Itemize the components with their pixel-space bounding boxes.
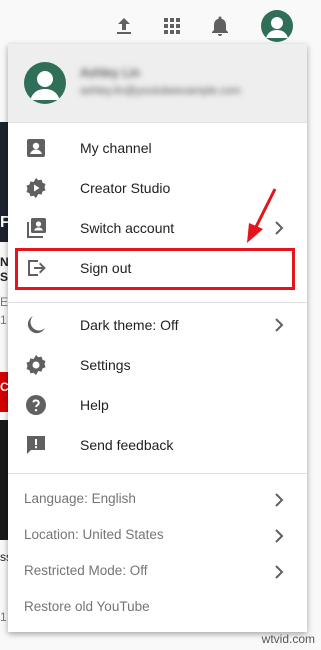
- menu-item-label: Settings: [80, 357, 131, 373]
- bell-icon[interactable]: [208, 14, 232, 38]
- account-email: ashley.lin@youtubeexample.com: [80, 85, 241, 97]
- account-header: Ashley Lin ashley.lin@youtubeexample.com: [8, 44, 307, 123]
- person-avatar-icon: [30, 71, 60, 100]
- account-menu: Ashley Lin ashley.lin@youtubeexample.com…: [8, 44, 307, 632]
- avatar: [24, 62, 66, 104]
- menu-item-label: Send feedback: [80, 437, 174, 453]
- account-name: Ashley Lin: [80, 65, 140, 80]
- menu-item-my-channel[interactable]: My channel: [8, 128, 307, 168]
- help-icon: [26, 395, 46, 415]
- menu-item-send-feedback[interactable]: Send feedback: [8, 425, 307, 465]
- divider: [8, 473, 307, 474]
- menu-item-label: Restore old YouTube: [24, 599, 150, 614]
- menu-item-label: My channel: [80, 140, 152, 156]
- apps-icon[interactable]: [160, 14, 184, 38]
- menu-item-restore-old-youtube[interactable]: Restore old YouTube: [8, 590, 307, 626]
- person-box-icon: [27, 139, 45, 157]
- menu-item-label: Dark theme: Off: [80, 317, 179, 333]
- menu-item-label: Location: United States: [24, 527, 164, 542]
- menu-item-label: Restricted Mode: Off: [24, 563, 148, 578]
- highlight-box: [15, 248, 295, 290]
- menu-item-label: Creator Studio: [80, 180, 171, 196]
- gear-icon: [26, 355, 46, 375]
- chevron-right-icon: [275, 318, 284, 332]
- moon-icon: [27, 316, 45, 334]
- menu-item-label: Switch account: [80, 220, 175, 236]
- menu-item-restricted-mode[interactable]: Restricted Mode: Off: [8, 554, 307, 590]
- chevron-right-icon: [275, 493, 284, 507]
- watermark: wtvid.com: [261, 632, 315, 646]
- menu-item-settings[interactable]: Settings: [8, 345, 307, 385]
- chevron-right-icon: [275, 529, 284, 543]
- menu-item-dark-theme[interactable]: Dark theme: Off: [8, 305, 307, 345]
- menu-item-language[interactable]: Language: English: [8, 482, 307, 518]
- avatar-button[interactable]: [261, 10, 293, 42]
- menu-item-location[interactable]: Location: United States: [8, 518, 307, 554]
- annotation-arrow-icon: [247, 188, 277, 243]
- divider: [8, 302, 307, 303]
- person-avatar-icon: [266, 17, 288, 38]
- feedback-icon: [27, 436, 45, 454]
- chevron-right-icon: [275, 565, 284, 579]
- switch-account-icon: [27, 218, 46, 238]
- upload-icon[interactable]: [112, 14, 136, 38]
- menu-item-help[interactable]: Help: [8, 385, 307, 425]
- gear-play-icon: [26, 178, 46, 198]
- menu-item-label: Help: [80, 397, 109, 413]
- menu-item-label: Language: English: [24, 491, 136, 506]
